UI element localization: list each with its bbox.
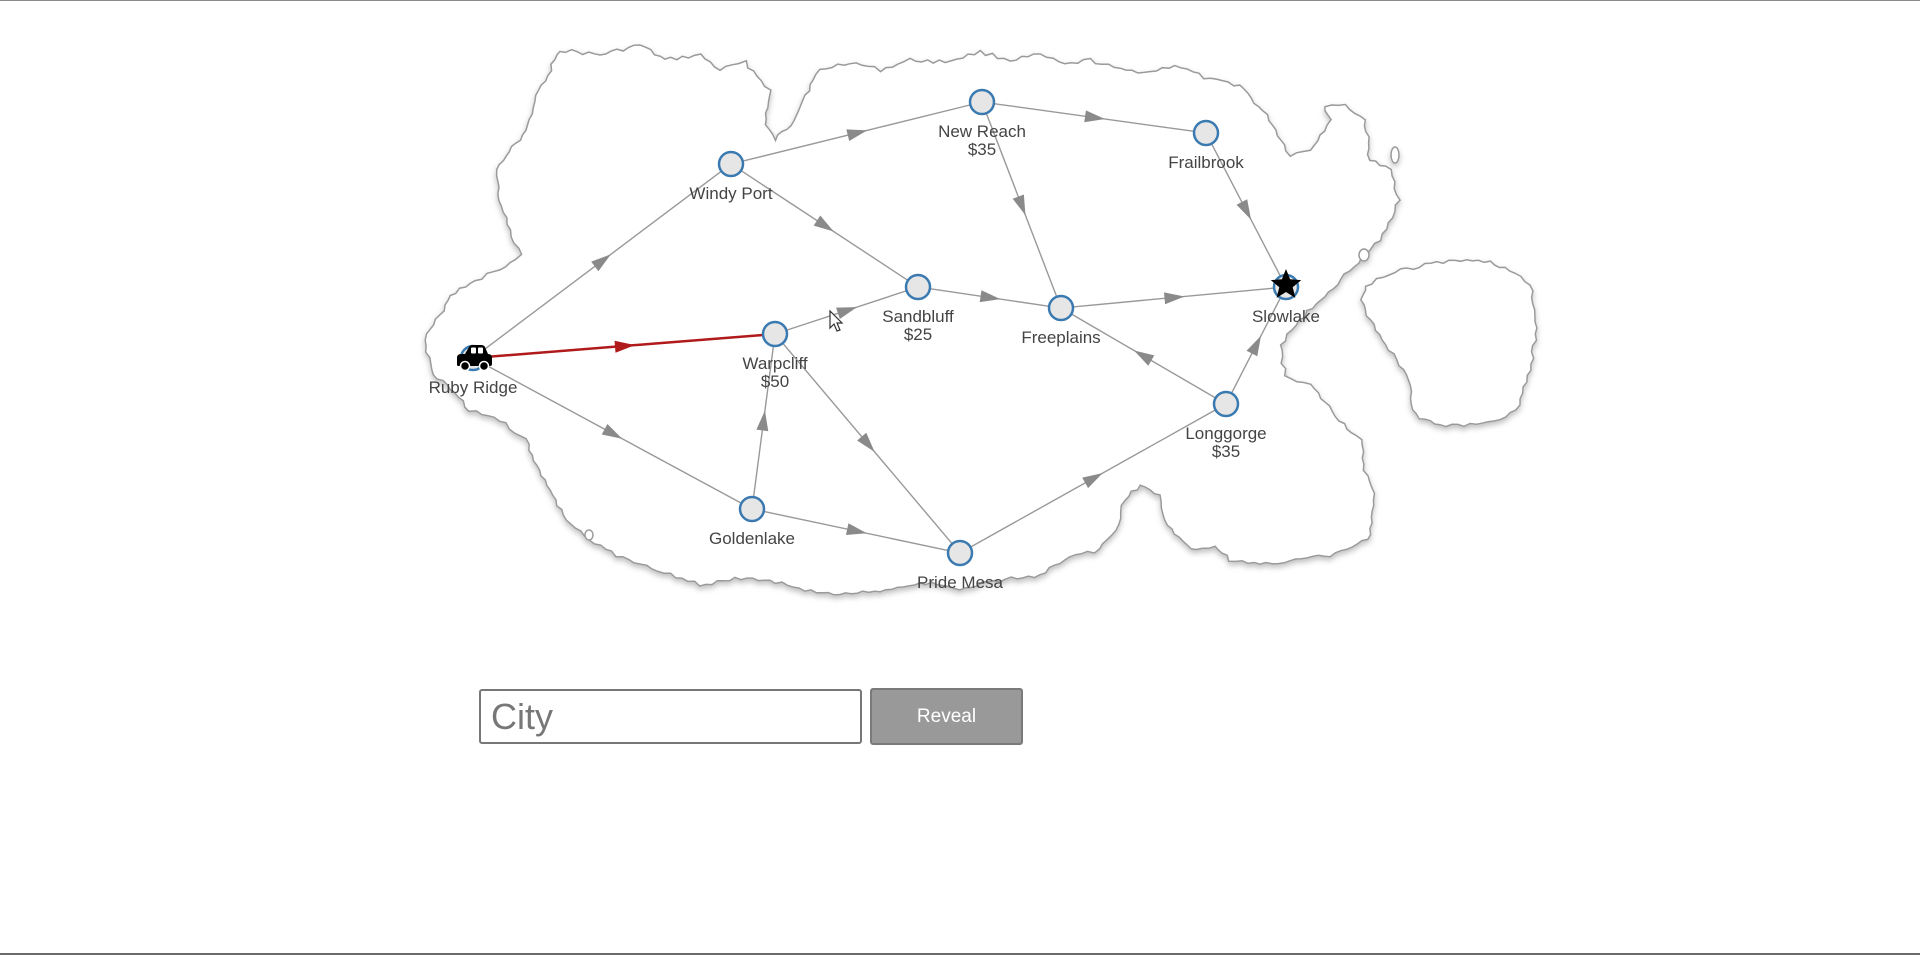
city-node-frailbrook[interactable] xyxy=(1192,119,1220,147)
city-name-slowlake: Slowlake xyxy=(1252,307,1320,326)
city-node-freeplains[interactable] xyxy=(1047,294,1075,322)
city-node-warpcliff[interactable] xyxy=(761,320,789,348)
city-name-freeplains: Freeplains xyxy=(1021,328,1100,347)
city-name-windy-port: Windy Port xyxy=(689,184,772,203)
city-name-sandbluff: Sandbluff xyxy=(882,307,954,326)
city-cost-warpcliff: $50 xyxy=(761,372,789,391)
route-map: Ruby RidgeWindy PortNew Reach$35Frailbro… xyxy=(424,44,1538,596)
city-name-new-reach: New Reach xyxy=(938,122,1026,141)
city-name-goldenlake: Goldenlake xyxy=(709,529,795,548)
city-node-sandbluff[interactable] xyxy=(904,273,932,301)
city-node-goldenlake[interactable] xyxy=(738,495,766,523)
city-name-frailbrook: Frailbrook xyxy=(1168,153,1244,172)
city-cost-longgorge: $35 xyxy=(1212,442,1240,461)
city-node-longgorge[interactable] xyxy=(1212,390,1240,418)
city-node-new-reach[interactable] xyxy=(968,88,996,116)
city-input[interactable] xyxy=(479,689,862,744)
search-row: Reveal xyxy=(479,688,1023,745)
city-cost-new-reach: $35 xyxy=(968,140,996,159)
city-name-warpcliff: Warpcliff xyxy=(742,354,807,373)
city-node-pride-mesa[interactable] xyxy=(946,539,974,567)
city-node-windy-port[interactable] xyxy=(717,150,745,178)
city-name-longgorge: Longgorge xyxy=(1185,424,1266,443)
city-name-pride-mesa: Pride Mesa xyxy=(917,573,1004,592)
city-name-ruby-ridge: Ruby Ridge xyxy=(429,378,518,397)
city-cost-sandbluff: $25 xyxy=(904,325,932,344)
reveal-button[interactable]: Reveal xyxy=(870,688,1023,745)
